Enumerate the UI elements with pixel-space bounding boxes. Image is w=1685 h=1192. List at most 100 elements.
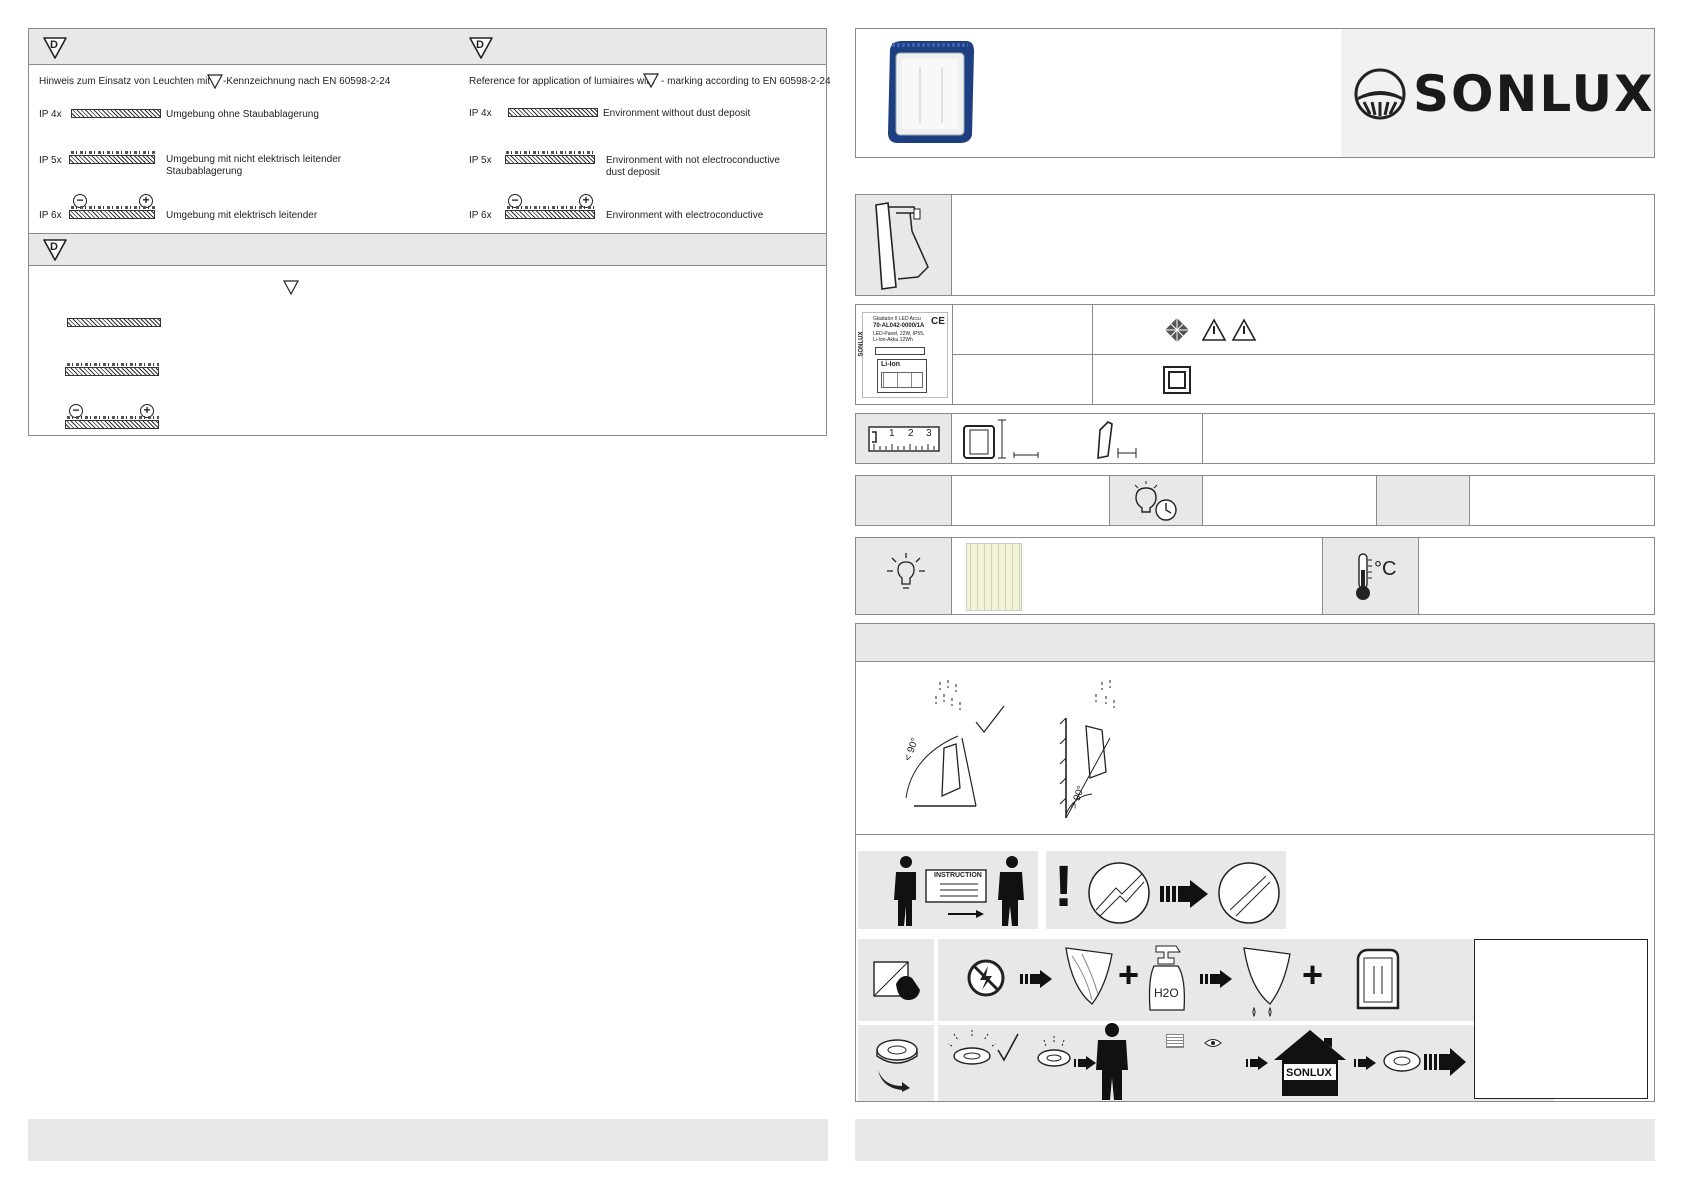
brand-logo-text: SONLUX: [1413, 65, 1655, 123]
person-hand-over-instruction-icon: [894, 856, 1024, 926]
wall-mount-icon: [875, 202, 929, 290]
ip-code: IP 4x: [39, 109, 62, 120]
d-badge-letter: D: [50, 241, 58, 253]
arrow-right-icon: [1160, 880, 1208, 908]
dust-free-swatch: [67, 318, 161, 327]
ip-description: Umgebung mit nicht elektrisch leitender: [166, 154, 342, 165]
lamp-hours-icon: [1134, 481, 1177, 521]
plus-sign-icon: +: [1302, 954, 1324, 995]
left-footer-bar: [28, 1119, 828, 1161]
side-dimension-icon: [1097, 421, 1137, 459]
safety-section: INSTRUCTION ! + H2O + SONLUX: [855, 834, 1655, 1102]
intact-glass-icon: [1218, 862, 1280, 924]
ruler-digit: 2: [908, 428, 914, 439]
instruction-tag: INSTRUCTION: [934, 872, 982, 879]
plus-sign-icon: +: [1118, 954, 1140, 995]
en-note: Reference for application of lumiaires w…: [469, 76, 655, 87]
divider-row: [952, 354, 1654, 355]
dust-layer: [507, 206, 595, 209]
de-note: Hinweis zum Einsatz von Leuchten mit: [39, 76, 211, 87]
battery-ok-icon: [947, 1030, 1019, 1065]
celsius-unit: °C: [1374, 558, 1397, 580]
sonlux-logo-icon: [1354, 68, 1406, 120]
floodlight-product-icon: [888, 41, 974, 143]
new-battery-icon: [1383, 1050, 1421, 1072]
battery-weak-icon: [1037, 1036, 1071, 1067]
de-note-suffix: -Kennzeichnung nach EN 60598-2-24: [223, 76, 391, 87]
service-person-icon: [1096, 1023, 1128, 1100]
dust-free-swatch: [71, 109, 161, 118]
left-panel: D D Hinweis zum Einsatz von Leuchten mit…: [28, 28, 831, 436]
warning-triangle-icon: [1231, 318, 1257, 341]
arrow-right-icon: [1424, 1048, 1466, 1076]
ip-description-2: Staubablagerung: [166, 166, 243, 177]
led-chip-array-image: [966, 543, 1022, 611]
warning-triangle-icon: [1201, 318, 1227, 341]
h2o-label: H2O: [1154, 986, 1179, 1000]
dimensions-row: 1 2 3: [855, 413, 1655, 464]
conductive-dust-swatch: [505, 210, 595, 219]
power-row: [855, 475, 1655, 526]
dust-layer: [71, 206, 155, 209]
arrow-right-icon: [1200, 970, 1232, 988]
battery-label: Li-Ion: [881, 361, 901, 368]
ce-mark-icon: CE: [931, 316, 945, 327]
installation-section: < 90° > 90°: [855, 623, 1655, 835]
manual-page-icon: [1166, 1034, 1184, 1048]
ip-description: Environment with electroconductive: [606, 210, 764, 221]
ip-description: Umgebung ohne Staubablagerung: [166, 109, 319, 120]
house-brand-label: SONLUX: [1286, 1067, 1332, 1079]
installation-header: [856, 624, 1654, 662]
right-footer-bar: [855, 1119, 1655, 1161]
broken-glass-icon: [1088, 862, 1150, 924]
d-badge-letter: D: [50, 39, 58, 51]
ip-description: Environment with not electroconductive: [606, 155, 780, 166]
product-header: SONLUX: [855, 28, 1655, 158]
eye-icon: [1204, 1039, 1222, 1047]
light-bulb-icon: [887, 553, 925, 589]
spray-bottle-icon: [1148, 945, 1186, 1011]
ip-description: Environment without dust deposit: [603, 108, 751, 119]
led-temp-row: °C: [855, 537, 1655, 615]
icon-cell-3: [1376, 476, 1470, 525]
label-line1: Gladiator II LED Accu: [873, 316, 921, 322]
d-badge-letter: D: [476, 39, 484, 51]
arrow-right-icon: [1246, 1056, 1268, 1070]
info-box: [1474, 939, 1648, 1099]
en-note-suffix: - marking according to EN 60598-2-24: [661, 76, 831, 87]
label-line4: Li-Ion-Akku 12Wh: [873, 337, 913, 343]
battery-box: Li-Ion: [877, 359, 927, 393]
left-subheader-bar: [29, 233, 826, 266]
conductive-dust-swatch: [69, 210, 155, 219]
recycle-icons: [881, 372, 923, 388]
wrong-angle-installation-icon: [1059, 680, 1115, 819]
no-power-icon: [967, 959, 1005, 997]
dust-layer: [71, 151, 157, 154]
mounting-row: [855, 194, 1655, 296]
d-marking-small-icon: [282, 280, 300, 296]
floodlight-outline-icon: [1356, 948, 1400, 1010]
divider-col: [1202, 414, 1203, 463]
class-ii-insulation-icon: [1163, 366, 1191, 394]
nonconductive-dust-swatch: [505, 155, 595, 164]
ip-code: IP 5x: [469, 155, 492, 166]
exclamation-icon: !: [1054, 854, 1074, 919]
arrow-right-icon: [1354, 1056, 1376, 1070]
damp-cloth-icon: [1243, 947, 1291, 1018]
ip-code: IP 5x: [39, 155, 62, 166]
cloth-icon: [1065, 947, 1113, 1005]
ip-code: IP 6x: [469, 210, 492, 221]
dust-layer: [506, 151, 594, 154]
nonconductive-dust-swatch: [69, 155, 155, 164]
ruler-digit: 1: [889, 428, 895, 439]
nonconductive-dust-swatch: [65, 367, 159, 376]
ip-description-2: dust deposit: [606, 167, 660, 178]
battery-cell-icon: [876, 1039, 918, 1092]
cleaning-hand-icon: [873, 961, 920, 1000]
d-marking-small-icon: [642, 73, 660, 89]
d-marking-small-icon: [206, 74, 224, 90]
dust-layer: [67, 416, 159, 419]
front-dimension-icon: [963, 419, 1039, 459]
dust-layer: [67, 363, 159, 366]
ip-description: Umgebung mit elektrisch leitender: [166, 210, 318, 221]
